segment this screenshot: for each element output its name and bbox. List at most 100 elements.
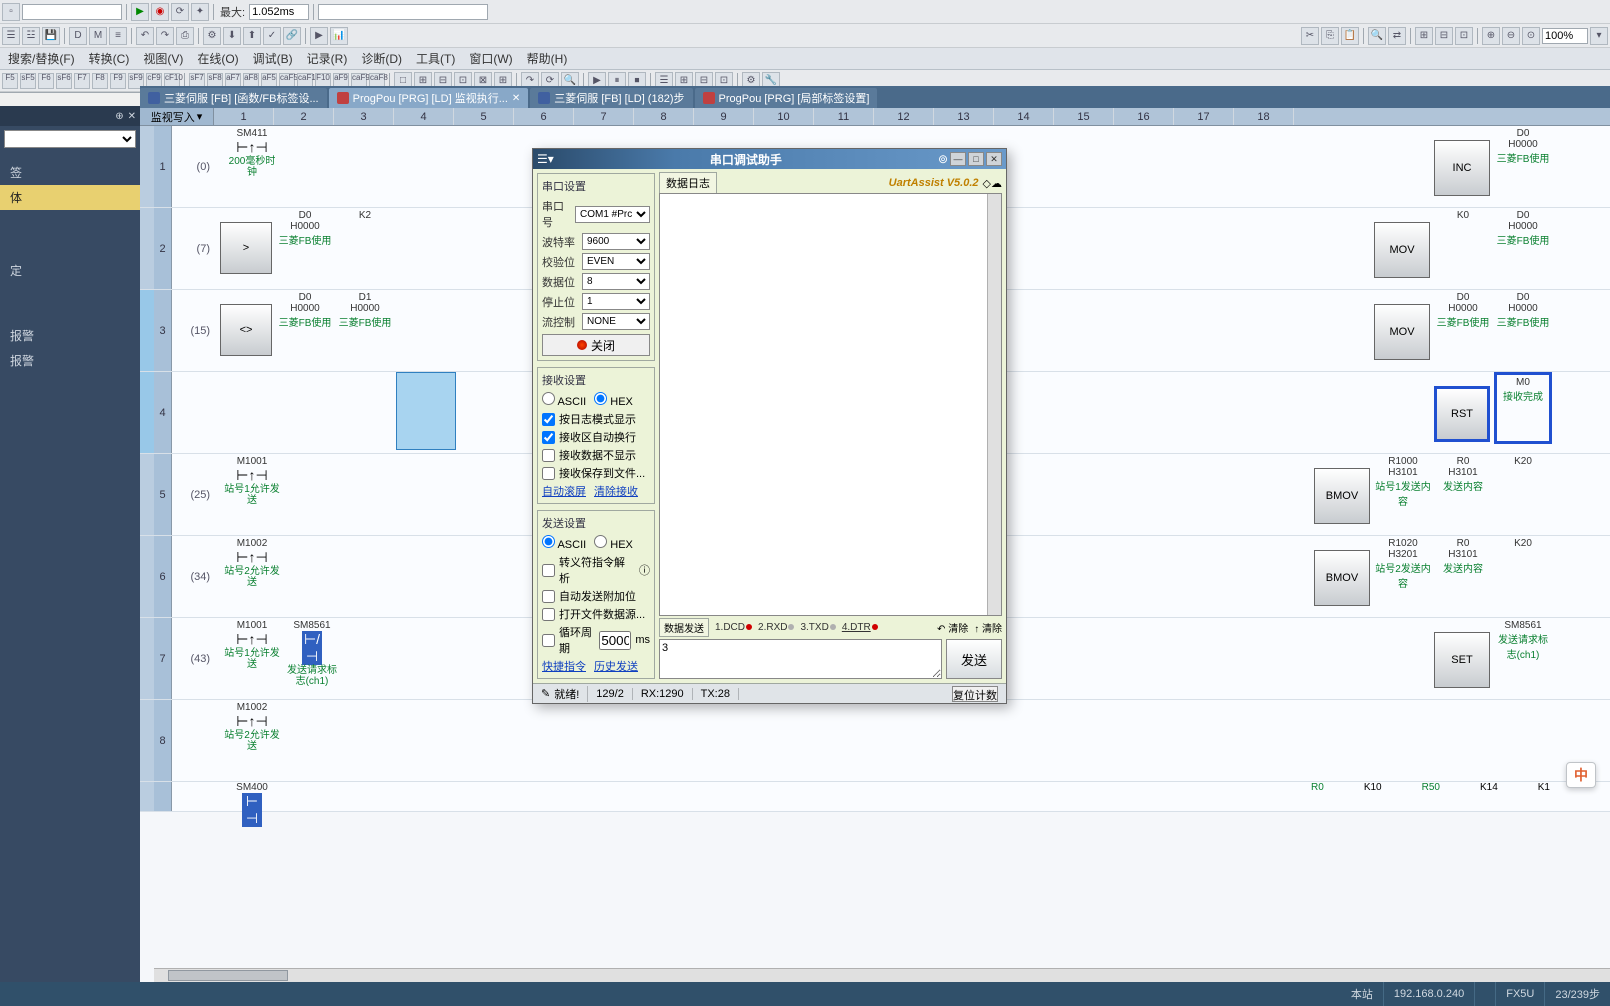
recv-clear-link[interactable]: 清除接收 (594, 483, 638, 499)
contact[interactable]: M1001⊢↑⊣ 站号1允许发送 (224, 456, 280, 496)
contact[interactable]: SM400⊢ ⊣ (224, 782, 280, 822)
log-textarea[interactable] (659, 193, 1002, 616)
minimize-icon[interactable]: — (950, 152, 966, 166)
menu-record[interactable]: 记录(R) (307, 50, 348, 67)
flow-select[interactable]: NONE (582, 313, 650, 330)
zoom-in-icon[interactable]: ⊕ (1482, 27, 1500, 45)
compare-box[interactable]: <> (220, 304, 272, 356)
send-period-input[interactable] (599, 631, 631, 650)
tool-icon[interactable]: ✦ (191, 3, 209, 21)
grid3-icon[interactable]: ⊡ (1455, 27, 1473, 45)
sb-f8[interactable]: F8 (92, 73, 108, 89)
undo-icon[interactable]: ↶ (136, 27, 154, 45)
contact-2[interactable]: SM8561⊢/⊣ 发送请求标志(ch1) (284, 620, 340, 660)
contact[interactable]: SM411 ⊢↑⊣ 200毫秒时钟 (224, 128, 280, 168)
tb-blank-icon[interactable]: ▫ (2, 3, 20, 21)
mon-icon[interactable]: M (89, 27, 107, 45)
recv-autoscroll-link[interactable]: 自动滚屏 (542, 483, 586, 499)
dialog-menu-icon[interactable]: ☰▾ (537, 152, 554, 166)
menu-help[interactable]: 帮助(H) (527, 50, 568, 67)
port-close-button[interactable]: 关闭 (542, 334, 650, 356)
tab-2[interactable]: 三菱伺服 [FB] [LD] (182)步 (530, 88, 692, 108)
tab-3[interactable]: ProgPou [PRG] [局部标签设置] (695, 88, 878, 108)
stopbits-select[interactable]: 1 (582, 293, 650, 310)
send-history-link[interactable]: 历史发送 (594, 658, 638, 674)
dialog-titlebar[interactable]: ☰▾ 串口调试助手 ⊚ — □ ✕ (533, 149, 1006, 169)
recv-hex-radio[interactable]: HEX (594, 392, 633, 408)
tab-0[interactable]: 三菱伺服 [FB] [函数/FB标签设... (140, 88, 327, 108)
clear-send-link2[interactable]: ↑ 清除 (974, 620, 1002, 635)
coil-bmov[interactable]: BMOV (1314, 550, 1370, 606)
menu-tools[interactable]: 工具(T) (416, 50, 455, 67)
find-icon[interactable]: 🔍 (1368, 27, 1386, 45)
sim-icon[interactable]: ▶ (310, 27, 328, 45)
compile-icon[interactable]: ⚙ (203, 27, 221, 45)
sidebar-select[interactable] (4, 130, 136, 148)
send-hex-radio[interactable]: HEX (594, 535, 633, 551)
dev-icon[interactable]: D (69, 27, 87, 45)
replace-icon[interactable]: ⇄ (1388, 27, 1406, 45)
ime-indicator[interactable]: 中 (1566, 762, 1596, 788)
zoom-input[interactable] (1542, 28, 1588, 44)
menu-convert[interactable]: 转换(C) (89, 50, 130, 67)
coil-mov[interactable]: MOV (1374, 222, 1430, 278)
cloud-icon[interactable]: ☁ (991, 177, 1002, 190)
log-scrollbar[interactable] (987, 194, 1001, 615)
contact[interactable]: M1002⊢↑⊣ 站号2允许发送 (224, 538, 280, 578)
upload-icon[interactable]: ⬆ (243, 27, 261, 45)
send-button[interactable]: 发送 (946, 639, 1002, 679)
parity-select[interactable]: EVEN (582, 253, 650, 270)
sb-f5[interactable]: F5 (2, 73, 18, 89)
diamond-icon[interactable]: ◇ (983, 177, 991, 190)
list-icon[interactable]: ≡ (109, 27, 127, 45)
dialog-settings-icon[interactable]: ⊚ (938, 152, 948, 166)
sidebar-item-6[interactable]: 报警 (0, 348, 140, 373)
tb-combo-1[interactable] (22, 4, 122, 20)
sidebar-item-2[interactable]: 体 (0, 185, 140, 210)
redo-icon[interactable]: ↷ (156, 27, 174, 45)
maximize-icon[interactable]: □ (968, 152, 984, 166)
zoom-fit-icon[interactable]: ⊙ (1522, 27, 1540, 45)
max-value-input[interactable] (249, 4, 309, 20)
send-shortcut-link[interactable]: 快捷指令 (542, 658, 586, 674)
coil-rst[interactable]: RST (1434, 386, 1490, 442)
baud-select[interactable]: 9600 (582, 233, 650, 250)
online-icon[interactable]: 🔗 (283, 27, 301, 45)
send-openfile-check[interactable] (542, 608, 555, 621)
sidebar-close-icon[interactable]: ✕ (128, 111, 136, 122)
send-escape-check[interactable] (542, 564, 555, 577)
send-ascii-radio[interactable]: ASCII (542, 535, 586, 551)
zoom-out-icon[interactable]: ⊖ (1502, 27, 1520, 45)
reset-count-button[interactable]: 复位计数 (952, 686, 998, 702)
com-select[interactable]: COM1 #Prc (575, 206, 650, 223)
coil-inc[interactable]: INC (1434, 140, 1490, 196)
menu-debug[interactable]: 调试(B) (253, 50, 293, 67)
zoom-drop-icon[interactable]: ▾ (1590, 27, 1608, 45)
contact[interactable]: M1001⊢↑⊣ 站号1允许发送 (224, 620, 280, 660)
sidebar-pin-icon[interactable]: ⊕ (115, 111, 123, 122)
recv-save-check[interactable] (542, 467, 555, 480)
sidebar-item-5[interactable]: 报警 (0, 323, 140, 348)
sb-f7[interactable]: F7 (74, 73, 90, 89)
contact[interactable]: M1002⊢↑⊣ 站号2允许发送 (224, 702, 280, 742)
download-icon[interactable]: ⬇ (223, 27, 241, 45)
tab-close-icon[interactable]: ✕ (512, 93, 520, 104)
sidebar-item-3[interactable] (0, 210, 140, 218)
menu-view[interactable]: 视图(V) (143, 50, 183, 67)
open-icon[interactable]: ☳ (22, 27, 40, 45)
tb-combo-2[interactable] (318, 4, 488, 20)
recv-logmode-check[interactable] (542, 413, 555, 426)
grid2-icon[interactable]: ⊟ (1435, 27, 1453, 45)
cut-icon[interactable]: ✂ (1301, 27, 1319, 45)
menu-window[interactable]: 窗口(W) (469, 50, 512, 67)
close-icon[interactable]: ✕ (986, 152, 1002, 166)
tab-1[interactable]: ProgPou [PRG] [LD] 监视执行...✕ (329, 88, 529, 108)
send-autoappend-check[interactable] (542, 590, 555, 603)
coil-set[interactable]: SET (1434, 632, 1490, 688)
sb-sf5[interactable]: sF5 (20, 73, 36, 89)
paste-icon[interactable]: 📋 (1341, 27, 1359, 45)
clear-send-link[interactable]: ↶ 清除 (937, 620, 968, 635)
run-icon[interactable]: ▶ (131, 3, 149, 21)
info-icon[interactable]: ⓘ (639, 562, 650, 578)
sb-f6[interactable]: F6 (38, 73, 54, 89)
